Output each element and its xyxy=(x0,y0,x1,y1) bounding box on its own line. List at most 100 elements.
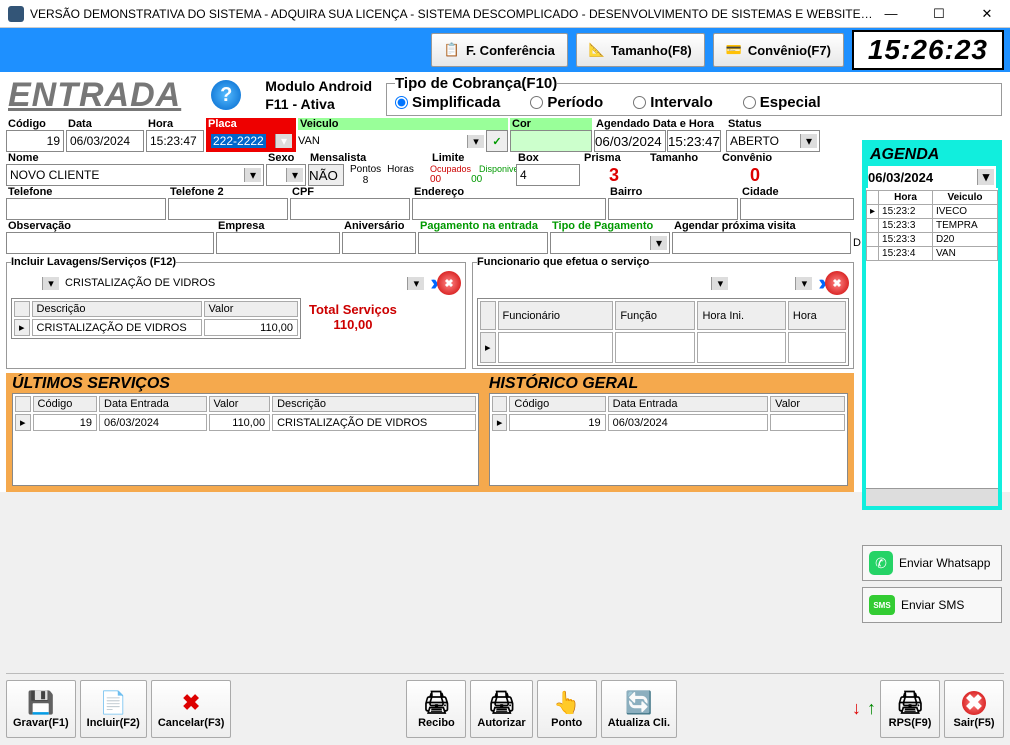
sms-icon: SMS xyxy=(869,595,895,615)
aniversario-input[interactable] xyxy=(342,232,416,254)
card-icon: 💳 xyxy=(726,42,742,58)
gravar-button[interactable]: 💾Gravar(F1) xyxy=(6,680,76,738)
observacao-input[interactable] xyxy=(6,232,214,254)
veiculo-confirm-button[interactable]: ✓ xyxy=(486,130,508,152)
tipo-pagamento-combo[interactable] xyxy=(550,232,670,254)
servicos-group: Incluir Lavagens/Serviços (F12) CRISTALI… xyxy=(6,256,466,369)
arrow-up-icon: ↑ xyxy=(867,698,876,719)
page-title: ENTRADA xyxy=(8,76,181,115)
add-servico-button[interactable]: ›› xyxy=(430,270,433,296)
hora-input[interactable] xyxy=(146,130,204,152)
agenda-date-combo[interactable]: 06/03/2024 xyxy=(868,166,996,188)
servicos-table[interactable]: DescriçãoValor ▸CRISTALIZAÇÃO DE VIDROS1… xyxy=(11,298,301,339)
print-icon: 🖨 xyxy=(422,689,450,717)
radio-intervalo[interactable]: Intervalo xyxy=(633,94,713,111)
historico-geral-title: HISTÓRICO GERAL xyxy=(489,375,848,393)
tipo-cobranca-legend: Tipo de Cobrança(F10) xyxy=(395,75,557,92)
enviar-whatsapp-button[interactable]: ✆Enviar Whatsapp xyxy=(862,545,1002,581)
bairro-input[interactable] xyxy=(608,198,738,220)
cidade-input[interactable] xyxy=(740,198,854,220)
minimize-button[interactable]: — xyxy=(876,3,906,25)
incluir-button[interactable]: 📄Incluir(F2) xyxy=(80,680,147,738)
convenio-value: 0 xyxy=(720,164,790,186)
agenda-panel: AGENDA 06/03/2024 HoraVeiculo ▸15:23:2IV… xyxy=(862,140,1002,510)
recibo-button[interactable]: 🖨Recibo xyxy=(406,680,466,738)
funcionario-table[interactable]: FuncionárioFunçãoHora Ini.Hora ▸ xyxy=(477,298,849,366)
enviar-sms-button[interactable]: SMSEnviar SMS xyxy=(862,587,1002,623)
pagamento-entrada-input[interactable] xyxy=(418,232,548,254)
authorize-icon: 🖨 xyxy=(488,689,516,717)
add-icon: 📄 xyxy=(100,689,127,717)
rps-button[interactable]: 🖨RPS(F9) xyxy=(880,680,940,738)
fingerprint-icon: 👆 xyxy=(553,689,580,717)
header-row: ENTRADA ? Modulo AndroidF11 - Ativa Tipo… xyxy=(0,72,1010,118)
ultimos-servicos-title: ÚLTIMOS SERVIÇOS xyxy=(12,375,479,393)
veiculo-combo[interactable]: VAN xyxy=(298,130,486,152)
placa-combo[interactable]: 222-2222 xyxy=(206,130,296,152)
agendado-hora-input[interactable] xyxy=(667,130,721,152)
window-titlebar: VERSÃO DEMONSTRATIVA DO SISTEMA - ADQUIR… xyxy=(0,0,1010,28)
atualiza-cliente-button[interactable]: 🔄Atualiza Cli. xyxy=(601,680,677,738)
radio-simplificada[interactable]: Simplificada xyxy=(395,94,500,111)
tamanho-button[interactable]: 📐Tamanho(F8) xyxy=(576,33,705,67)
sort-arrows[interactable]: ↓↑ xyxy=(852,698,876,719)
close-button[interactable]: ✕ xyxy=(972,3,1002,25)
funcao-combo[interactable] xyxy=(734,272,814,294)
window-title: VERSÃO DEMONSTRATIVA DO SISTEMA - ADQUIR… xyxy=(30,7,876,21)
ponto-button[interactable]: 👆Ponto xyxy=(537,680,597,738)
box-input[interactable] xyxy=(516,164,580,186)
tipo-cobranca-group: Tipo de Cobrança(F10) Simplificada Perío… xyxy=(386,75,1002,116)
agenda-title: AGENDA xyxy=(866,144,998,166)
agenda-table[interactable]: HoraVeiculo ▸15:23:2IVECO 15:23:3TEMPRA … xyxy=(866,190,998,261)
codigo-input[interactable] xyxy=(6,130,64,152)
refresh-icon: 🔄 xyxy=(625,689,652,717)
historico-geral-table[interactable]: CódigoData EntradaValor ▸1906/03/2024 xyxy=(489,393,848,486)
prisma-value: 3 xyxy=(582,164,646,186)
rps-icon: 🖨 xyxy=(896,689,924,717)
servico-combo[interactable]: CRISTALIZAÇÃO DE VIDROS xyxy=(65,272,426,294)
maximize-button[interactable]: ☐ xyxy=(924,3,954,25)
cpf-input[interactable] xyxy=(290,198,410,220)
tamanho-value xyxy=(648,164,718,186)
historico-panel: ÚLTIMOS SERVIÇOS CódigoData EntradaValor… xyxy=(6,373,854,492)
servico-code-combo[interactable] xyxy=(11,272,61,294)
empresa-input[interactable] xyxy=(216,232,340,254)
app-icon xyxy=(8,6,24,22)
funcionario-combo[interactable] xyxy=(477,272,730,294)
remove-funcionario-button[interactable]: ✖ xyxy=(825,271,849,295)
modulo-info: Modulo AndroidF11 - Ativa xyxy=(265,77,372,113)
help-icon[interactable]: ? xyxy=(211,80,241,110)
conferencia-button[interactable]: 📋F. Conferência xyxy=(431,33,568,67)
add-funcionario-button[interactable]: ›› xyxy=(818,270,821,296)
sair-button[interactable]: ✖Sair(F5) xyxy=(944,680,1004,738)
radio-periodo[interactable]: Período xyxy=(530,94,603,111)
telefone2-input[interactable] xyxy=(168,198,288,220)
bottom-toolbar: 💾Gravar(F1) 📄Incluir(F2) ✖Cancelar(F3) 🖨… xyxy=(6,673,1004,737)
total-servicos: Total Serviços110,00 xyxy=(309,296,397,339)
radio-especial[interactable]: Especial xyxy=(743,94,821,111)
remove-servico-button[interactable]: ✖ xyxy=(437,271,461,295)
data-input[interactable] xyxy=(66,130,144,152)
agendar-data-input[interactable] xyxy=(672,232,851,254)
endereco-input[interactable] xyxy=(412,198,606,220)
ultimos-servicos-table[interactable]: CódigoData EntradaValorDescrição ▸1906/0… xyxy=(12,393,479,486)
clock-display: 15:26:23 xyxy=(852,30,1004,70)
whatsapp-icon: ✆ xyxy=(869,551,893,575)
funcionario-group: Funcionario que efetua o serviço ›› ✖ Fu… xyxy=(472,256,854,369)
cancelar-button[interactable]: ✖Cancelar(F3) xyxy=(151,680,232,738)
agenda-scrollbar[interactable] xyxy=(866,488,998,506)
save-icon: 💾 xyxy=(27,689,54,717)
nome-combo[interactable]: NOVO CLIENTE xyxy=(6,164,264,186)
agendado-data-input[interactable] xyxy=(594,130,666,152)
autorizar-button[interactable]: 🖨Autorizar xyxy=(470,680,532,738)
size-icon: 📐 xyxy=(589,42,605,58)
mensalista-value xyxy=(308,164,344,186)
telefone-input[interactable] xyxy=(6,198,166,220)
sexo-combo[interactable] xyxy=(266,164,306,186)
cor-input[interactable] xyxy=(510,130,592,152)
exit-icon: ✖ xyxy=(962,689,986,717)
convenio-button[interactable]: 💳Convênio(F7) xyxy=(713,33,844,67)
status-combo[interactable]: ABERTO xyxy=(726,130,820,152)
paper-icon: 📋 xyxy=(444,42,460,58)
cancel-icon: ✖ xyxy=(182,689,200,717)
